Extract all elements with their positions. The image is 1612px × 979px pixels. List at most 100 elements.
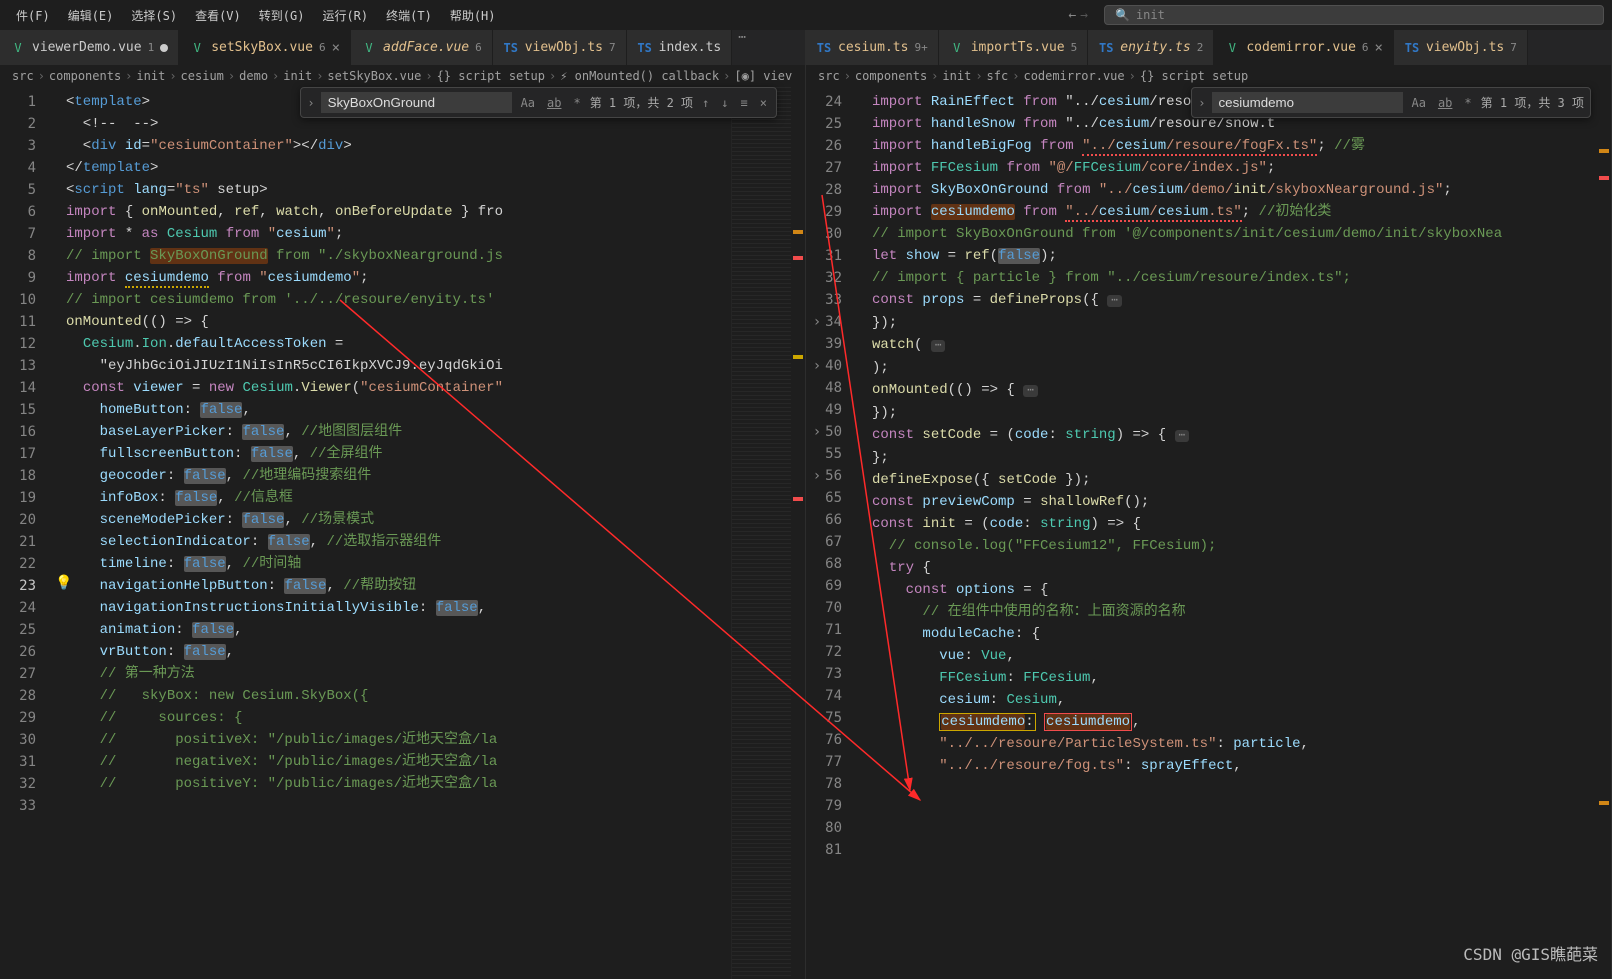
left-code[interactable]: <template> <!-- --> <div id="cesiumConta… [50, 87, 731, 979]
tab-importts[interactable]: V importTs.vue 5 [939, 30, 1089, 65]
search-icon: 🔍 [1115, 8, 1130, 22]
crumb[interactable]: components [855, 69, 927, 83]
match-case-toggle[interactable]: Aa [1409, 95, 1429, 111]
crumb-file[interactable]: setSkyBox.vue [327, 69, 421, 83]
tab-label: viewerDemo.vue [32, 40, 142, 55]
close-icon[interactable]: × [1375, 40, 1383, 56]
right-breadcrumb[interactable]: src› components› init› sfc› codemirror.v… [806, 65, 1611, 87]
find-input[interactable] [1212, 92, 1403, 113]
tab-badge: 7 [1510, 41, 1517, 54]
close-icon[interactable]: × [332, 40, 340, 56]
menu-file[interactable]: 件(F) [8, 3, 58, 28]
tab-viewobj[interactable]: TS viewObj.ts 7 [493, 30, 627, 65]
tab-label: viewObj.ts [1426, 40, 1504, 55]
lightbulb-icon[interactable]: 💡 [55, 575, 72, 591]
tab-viewobj-r[interactable]: TS viewObj.ts 7 [1394, 30, 1528, 65]
more-tabs-icon[interactable]: ⋯ [732, 30, 752, 65]
regex-toggle[interactable]: * [1461, 95, 1474, 111]
crumb[interactable]: cesium [181, 69, 224, 83]
crumb[interactable]: src [818, 69, 840, 83]
right-editor[interactable]: 24252627282930313233›3439›404849›5055›56… [806, 87, 1611, 979]
find-filter-icon[interactable]: ≡ [738, 95, 751, 111]
menu-edit[interactable]: 编辑(E) [60, 3, 122, 28]
nav-forward-icon[interactable]: → [1080, 8, 1088, 23]
vue-icon: V [949, 40, 965, 56]
menu-select[interactable]: 选择(S) [123, 3, 185, 28]
crumb-symbol[interactable]: {} script setup [1140, 69, 1248, 83]
menu-terminal[interactable]: 终端(T) [378, 3, 440, 28]
find-input[interactable] [321, 92, 512, 113]
ts-icon: TS [503, 40, 519, 56]
find-count: 第 1 项，共 3 项 [1481, 94, 1584, 111]
search-text: init [1136, 8, 1165, 22]
crumb[interactable]: sfc [987, 69, 1009, 83]
tab-enyity[interactable]: TS enyity.ts 2 [1088, 30, 1214, 65]
tab-addface[interactable]: V addFace.vue 6 [351, 30, 493, 65]
tab-indexts[interactable]: TS index.ts [627, 30, 733, 65]
watermark: CSDN @GIS瞧葩菜 [1463, 941, 1598, 965]
left-find-widget: › Aa ab * 第 1 项，共 2 项 ↑ ↓ ≡ × [300, 87, 777, 118]
tab-codemirror[interactable]: V codemirror.vue 6 × [1214, 30, 1394, 65]
menu-run[interactable]: 运行(R) [314, 3, 376, 28]
crumb-symbol[interactable]: [◉] viev [734, 69, 792, 83]
crumb[interactable]: init [136, 69, 165, 83]
tab-badge: 6 [1362, 41, 1369, 54]
regex-toggle[interactable]: * [570, 95, 583, 111]
tab-badge: 9+ [914, 41, 927, 54]
tab-cesium[interactable]: TS cesium.ts 9+ [806, 30, 939, 65]
crumb-file[interactable]: codemirror.vue [1023, 69, 1124, 83]
ts-icon: TS [816, 40, 832, 56]
ts-icon: TS [637, 40, 653, 56]
tab-label: importTs.vue [971, 40, 1065, 55]
crumb[interactable]: init [283, 69, 312, 83]
tab-badge: 6 [319, 41, 326, 54]
close-icon[interactable]: × [757, 95, 770, 111]
tab-viewerdemo[interactable]: V viewerDemo.vue 1 [0, 30, 179, 65]
tab-badge: 6 [475, 41, 482, 54]
crumb[interactable]: src [12, 69, 34, 83]
vue-icon: V [361, 40, 377, 56]
match-case-toggle[interactable]: Aa [518, 95, 538, 111]
tab-badge: 2 [1197, 41, 1204, 54]
whole-word-toggle[interactable]: ab [544, 95, 564, 111]
minimap[interactable] [731, 87, 791, 979]
vue-icon: V [1224, 40, 1240, 56]
crumb[interactable]: init [942, 69, 971, 83]
crumb-symbol[interactable]: ⚡ onMounted() callback [560, 69, 719, 83]
tab-label: addFace.vue [383, 40, 469, 55]
vue-icon: V [10, 40, 26, 56]
tab-label: codemirror.vue [1246, 40, 1356, 55]
left-editor[interactable]: 💡 12345678910111213141516171819202122232… [0, 87, 805, 979]
chevron-right-icon[interactable]: › [307, 96, 314, 110]
right-gutter: 24252627282930313233›3439›404849›5055›56… [806, 87, 856, 979]
left-editor-pane: V viewerDemo.vue 1 V setSkyBox.vue 6 × V… [0, 30, 806, 979]
right-editor-pane: TS cesium.ts 9+ V importTs.vue 5 TS enyi… [806, 30, 1612, 979]
find-prev-icon[interactable]: ↑ [699, 95, 712, 111]
menu-view[interactable]: 查看(V) [187, 3, 249, 28]
left-breadcrumb[interactable]: src› components› init› cesium› demo› ini… [0, 65, 805, 87]
find-next-icon[interactable]: ↓ [718, 95, 731, 111]
tab-label: enyity.ts [1120, 40, 1190, 55]
tab-badge: 7 [609, 41, 616, 54]
nav-back-icon[interactable]: ← [1068, 8, 1076, 23]
right-code[interactable]: import RainEffect from "../cesium/resour… [856, 87, 1597, 979]
crumb[interactable]: demo [239, 69, 268, 83]
crumb[interactable]: components [49, 69, 121, 83]
command-center-search[interactable]: 🔍 init [1104, 5, 1604, 25]
overview-ruler[interactable] [791, 87, 805, 979]
tab-label: viewObj.ts [525, 40, 603, 55]
tab-label: setSkyBox.vue [211, 40, 313, 55]
menu-goto[interactable]: 转到(G) [251, 3, 313, 28]
tab-badge: 5 [1071, 41, 1078, 54]
overview-ruler[interactable] [1597, 87, 1611, 979]
left-tabs: V viewerDemo.vue 1 V setSkyBox.vue 6 × V… [0, 30, 805, 65]
tab-label: cesium.ts [838, 40, 908, 55]
menu-help[interactable]: 帮助(H) [442, 3, 504, 28]
tab-setskybox[interactable]: V setSkyBox.vue 6 × [179, 30, 351, 65]
crumb-symbol[interactable]: {} script setup [437, 69, 545, 83]
whole-word-toggle[interactable]: ab [1435, 95, 1455, 111]
ts-icon: TS [1098, 40, 1114, 56]
vue-icon: V [189, 40, 205, 56]
chevron-right-icon[interactable]: › [1198, 96, 1205, 110]
right-find-widget: › Aa ab * 第 1 项，共 3 项 [1191, 87, 1591, 118]
